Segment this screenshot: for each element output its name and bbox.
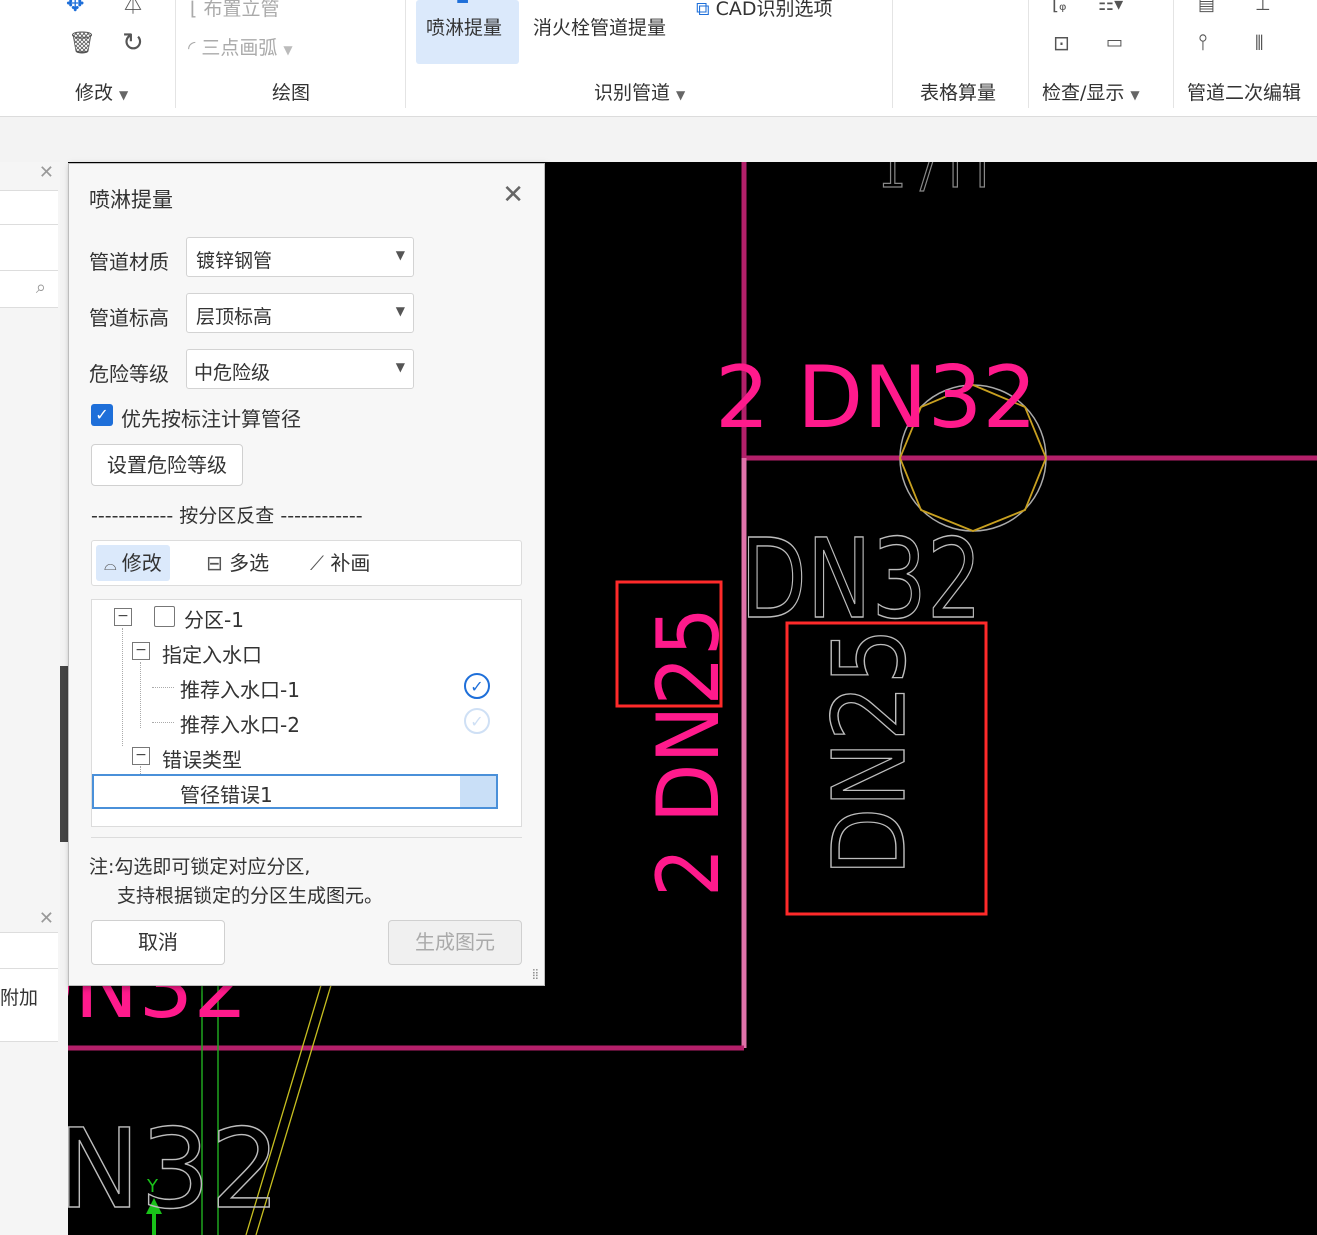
left-panel: ✕ ⌕ ✕ 附加 — [0, 162, 60, 1235]
n32-bottom-gray-label: N32 — [68, 1105, 280, 1233]
tree-zone-1[interactable]: 分区-1 — [184, 604, 244, 633]
collapse-icon[interactable]: − — [114, 608, 132, 626]
left-panel-header — [0, 190, 58, 226]
group-modify-label[interactable]: 修改 ▼ — [75, 78, 128, 105]
close-icon[interactable]: ✕ — [502, 180, 524, 210]
delete-icon[interactable]: 🗑 — [68, 33, 96, 55]
pen-icon: ⟋ — [310, 551, 331, 575]
left-panel-search[interactable]: ⌕ — [0, 270, 58, 308]
pipe-table-icon[interactable]: ▤ — [1198, 0, 1215, 16]
pipe-elevation-label: 管道标高 — [89, 306, 169, 330]
group-pipe-edit-label: 管道二次编辑 — [1187, 82, 1302, 104]
secondary-toolbar — [0, 117, 1317, 162]
risk-level-select[interactable]: 中危险级 ▼ — [186, 349, 414, 389]
left-panel-header-2 — [0, 932, 58, 970]
multi-select-icon: ⊟ — [206, 551, 230, 575]
mode-bar: ⌓ 修改 ⊟ 多选 ⟋ 补画 — [91, 540, 522, 586]
chevron-down-icon: ▼ — [395, 248, 405, 262]
check-icon[interactable]: ⌊ᵩ — [1052, 0, 1067, 16]
risk-level-label: 危险等级 — [89, 362, 169, 386]
left-panel-tab[interactable]: 附加 — [0, 968, 58, 1042]
pipe-material-select[interactable]: 镀锌钢管 ▼ — [186, 237, 414, 277]
search-icon[interactable]: ⌕ — [36, 277, 46, 298]
rotate-icon[interactable]: ↻ — [122, 30, 144, 56]
three-point-arc-item[interactable]: ◜ 三点画弧 ▼ — [188, 33, 293, 60]
prefer-annotation-label[interactable]: 优先按标注计算管径 — [121, 403, 301, 432]
zone-reverse-check-header: ------------ 按分区反查 ------------ — [91, 505, 363, 527]
sprinkler-icon: ▬ — [456, 0, 470, 8]
pipe-valve-icon[interactable]: ⫯ — [1198, 32, 1208, 54]
chevron-down-icon: ▼ — [395, 360, 405, 374]
modify-icon: ⌓ — [104, 555, 122, 574]
pipe-stack-icon[interactable]: ⊥ — [1255, 0, 1271, 16]
dn25-vertical-magenta-label: 2 DN25 — [639, 607, 739, 897]
inspect-icon[interactable]: ⊡ — [1053, 32, 1070, 54]
dn32-magenta-label: 2 DN32 — [715, 348, 1037, 448]
zone-checkbox[interactable] — [154, 606, 175, 627]
sprinkler-button[interactable]: ▬ 喷淋提量 — [416, 0, 519, 64]
display-icon[interactable]: ☷▾ — [1098, 0, 1123, 16]
resize-grip-icon[interactable]: ⣿ — [532, 969, 539, 980]
tree-error-group[interactable]: 错误类型 — [162, 744, 242, 773]
ribbon-toolbar: ✥ ⏃ 🗑 ↻ 修改 ▼ ⌊ 布置立管 ◜ 三点画弧 ▼ 绘图 ▬ 喷淋提量 消火栓… — [0, 0, 1317, 117]
inlet-2-select-icon[interactable]: ✓ — [464, 708, 490, 734]
tree-error-row[interactable] — [92, 774, 498, 809]
measure-icon[interactable]: ▭ — [1106, 32, 1123, 54]
dn25-vertical-gray-label: DN25 — [811, 628, 928, 876]
axis-y-label: Y — [146, 1176, 159, 1197]
cad-options-icon: ⧉ — [696, 0, 716, 20]
cancel-button[interactable]: 取消 — [91, 920, 225, 965]
tree-inlet-group[interactable]: 指定入水口 — [162, 639, 262, 668]
note-line-1: 注:勾选即可锁定对应分区, — [89, 856, 311, 878]
generate-elements-button[interactable]: 生成图元 — [388, 920, 522, 965]
mode-redraw[interactable]: ⟋ 补画 — [302, 545, 378, 581]
set-risk-level-button[interactable]: 设置危险等级 — [91, 444, 243, 486]
pipe-align-icon[interactable]: ⫴ — [1255, 32, 1263, 54]
place-riser-item[interactable]: ⌊ 布置立管 — [190, 0, 279, 21]
note-line-2: 支持根据锁定的分区生成图元。 — [117, 885, 384, 907]
pipe-material-label: 管道材质 — [89, 250, 169, 274]
hydrant-button[interactable]: 消火栓管道提量 — [533, 13, 666, 40]
left-panel-field[interactable] — [0, 224, 58, 272]
inlet-1-selected-icon[interactable]: ✓ — [464, 673, 490, 699]
mirror-icon[interactable]: ⏃ — [122, 0, 144, 16]
collapse-icon[interactable]: − — [132, 747, 150, 765]
top-fragment-label: 1 / I I — [878, 162, 989, 198]
tree-error-1[interactable]: 管径错误1 — [180, 779, 273, 808]
group-table-calc-label[interactable]: 表格算量 — [920, 78, 996, 105]
close-icon[interactable]: ✕ — [39, 162, 54, 183]
mode-multi-select[interactable]: ⊟ 多选 — [198, 545, 277, 581]
tree-inlet-2[interactable]: 推荐入水口-2 — [180, 709, 300, 738]
mode-modify[interactable]: ⌓ 修改 — [96, 545, 170, 581]
move-icon[interactable]: ✥ — [66, 0, 84, 16]
pipe-elevation-select[interactable]: 层顶标高 ▼ — [186, 293, 414, 333]
group-identify-label[interactable]: 识别管道 ▼ — [594, 78, 685, 105]
prefer-annotation-checkbox[interactable]: ✓ — [91, 404, 113, 426]
zone-tree: − 分区-1 − 指定入水口 推荐入水口-1 ✓ 推荐入水口-2 ✓ − 错误类… — [91, 599, 522, 827]
collapse-icon[interactable]: − — [132, 642, 150, 660]
arc-icon: ◜ — [188, 37, 202, 59]
dialog-title: 喷淋提量 — [89, 188, 173, 212]
chevron-down-icon: ▼ — [395, 304, 405, 318]
group-draw-label: 绘图 — [272, 82, 311, 104]
sprinkler-dialog: 喷淋提量 ✕ 管道材质 镀锌钢管 ▼ 管道标高 层顶标高 ▼ 危险等级 中危险级… — [68, 163, 545, 986]
tree-inlet-1[interactable]: 推荐入水口-1 — [180, 674, 300, 703]
close-icon[interactable]: ✕ — [39, 908, 54, 929]
group-check-display-label[interactable]: 检查/显示 ▼ — [1042, 78, 1140, 105]
cad-options-button[interactable]: ⧉ CAD识别选项 — [696, 0, 833, 21]
riser-icon: ⌊ — [190, 0, 204, 20]
left-panel-splitter[interactable] — [60, 666, 68, 842]
